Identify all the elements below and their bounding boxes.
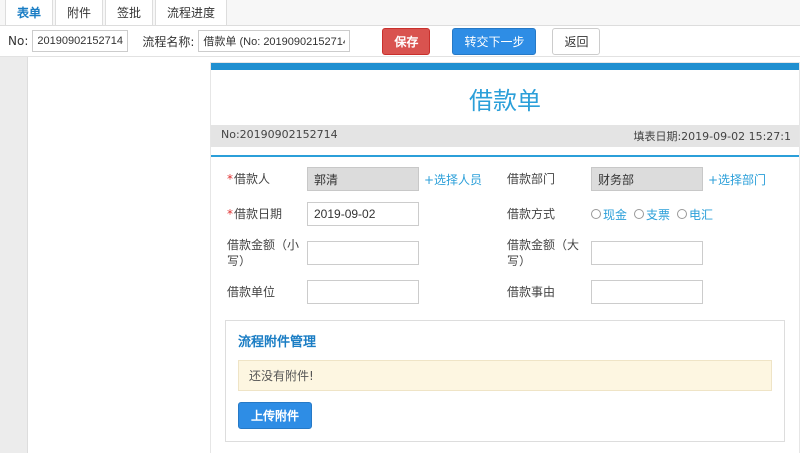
borrower-cell: +选择人员	[307, 167, 507, 191]
reason-label: 借款事由	[507, 285, 556, 300]
borrower-label-cell: *借款人	[227, 171, 307, 187]
radio-wire-label: 电汇	[689, 207, 714, 222]
attachment-section: 流程附件管理 还没有附件! 上传附件	[225, 320, 785, 443]
tab-attachment[interactable]: 附件	[55, 0, 104, 25]
process-name-label: 流程名称:	[142, 34, 195, 49]
dept-input[interactable]	[591, 167, 703, 191]
save-button[interactable]: 保存	[382, 27, 431, 55]
date-label: 借款日期	[234, 206, 283, 221]
required-marker: *	[227, 171, 233, 186]
amount-upper-cell	[591, 241, 783, 266]
method-cell: 现金 支票 电汇	[591, 206, 783, 223]
left-sidebar-strip[interactable]	[0, 57, 28, 453]
method-label: 借款方式	[507, 206, 556, 221]
amount-upper-input[interactable]	[591, 241, 703, 266]
panel-top-accent	[211, 63, 799, 70]
loan-form-grid: *借款人 +选择人员 借款部门 +选择部门 *借款日期 借款方式 现金 支票 电…	[211, 157, 799, 308]
tab-approval[interactable]: 签批	[105, 0, 154, 25]
select-person-link[interactable]: +选择人员	[424, 171, 482, 188]
loan-reason-input[interactable]	[591, 280, 703, 305]
radio-cash[interactable]: 现金	[591, 206, 627, 223]
form-date-text: 填表日期:2019-09-02 15:27:1	[633, 130, 791, 143]
amount-lower-input[interactable]	[307, 241, 419, 266]
tab-bar: 表单 附件 签批 流程进度	[0, 0, 800, 26]
loan-unit-input[interactable]	[307, 280, 419, 305]
borrower-input[interactable]	[307, 167, 419, 191]
amount-lower-cell	[307, 241, 507, 266]
unit-cell	[307, 280, 507, 305]
page-title: 借款单	[469, 87, 541, 115]
radio-icon	[591, 209, 601, 219]
back-button[interactable]: 返回	[552, 27, 601, 55]
toolbar: No: 流程名称: 保存 转交下一步 返回	[0, 26, 800, 57]
amount-lower-label: 借款金额（小写）	[227, 238, 300, 269]
no-attachment-notice: 还没有附件!	[238, 360, 772, 392]
radio-icon	[634, 209, 645, 219]
upload-attachment-button[interactable]: 上传附件	[238, 402, 313, 430]
unit-label: 借款单位	[227, 285, 276, 300]
process-name-input[interactable]	[198, 30, 351, 52]
amount-upper-label: 借款金额（大写）	[507, 238, 580, 269]
borrower-label: 借款人	[234, 171, 271, 186]
radio-icon	[677, 209, 688, 219]
date-cell	[307, 202, 507, 226]
dept-cell: +选择部门	[591, 167, 783, 191]
no-input[interactable]	[32, 30, 129, 52]
form-info-bar: No:20190902152714 填表日期:2019-09-02 15:27:…	[211, 125, 799, 147]
reason-cell	[591, 280, 783, 305]
tab-form[interactable]: 表单	[5, 0, 54, 25]
select-dept-link[interactable]: +选择部门	[708, 171, 766, 188]
radio-wire[interactable]: 电汇	[677, 206, 713, 223]
transfer-next-step-button[interactable]: 转交下一步	[452, 27, 537, 55]
form-no-text: No:20190902152714	[221, 128, 338, 141]
no-label: No:	[8, 34, 29, 48]
loan-form-panel: 借款单 No:20190902152714 填表日期:2019-09-02 15…	[210, 62, 800, 453]
loan-date-input[interactable]	[307, 202, 419, 226]
attachment-section-title: 流程附件管理	[238, 335, 317, 351]
tab-progress[interactable]: 流程进度	[155, 0, 228, 25]
date-label-cell: *借款日期	[227, 206, 307, 222]
dept-label: 借款部门	[507, 171, 556, 186]
radio-cash-label: 现金	[603, 207, 628, 222]
radio-check-label: 支票	[646, 207, 671, 222]
required-marker: *	[227, 206, 233, 221]
radio-check[interactable]: 支票	[634, 206, 670, 223]
